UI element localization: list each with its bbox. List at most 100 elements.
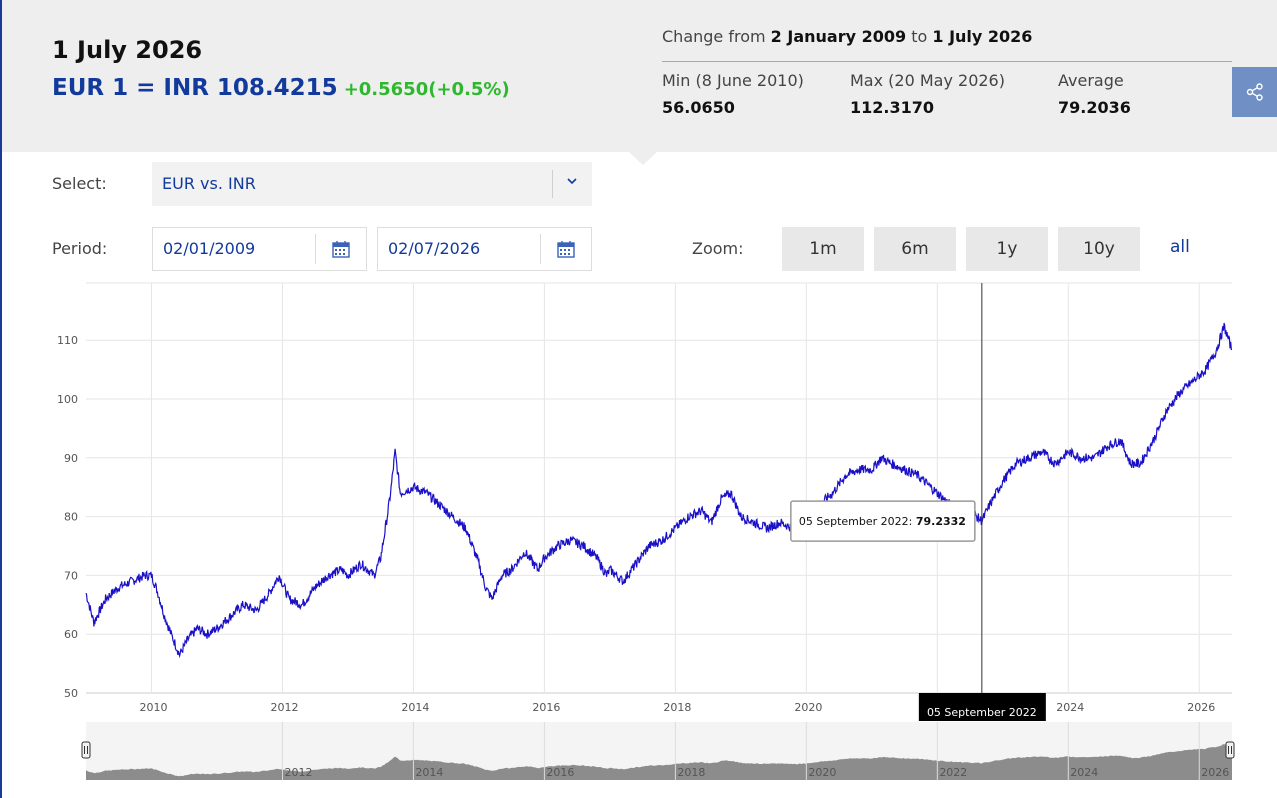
data-point [720,498,722,500]
y-tick-label: 70 [64,569,78,582]
data-point [556,545,558,547]
data-point [1228,339,1230,341]
data-point [301,604,303,606]
data-point [178,654,180,656]
data-point [1054,463,1056,465]
crosshair-date: 05 September 2022 [927,706,1037,719]
data-point [1129,463,1131,465]
data-point [890,463,892,465]
data-point [1093,457,1095,459]
data-point [288,598,290,600]
data-point [386,515,388,517]
data-point [753,521,755,523]
data-point [831,492,833,494]
data-point [1028,457,1030,459]
grid [86,282,1232,694]
x-tick-label: 2016 [532,701,560,714]
navigator-tick-label: 2026 [1201,766,1229,779]
navigator-tick-label: 2024 [1070,766,1098,779]
data-point [700,510,702,512]
data-point [484,586,486,588]
exchange-rate-chart[interactable]: 50 60 70 80 90 100 110 2010 2012 2014 2016 2018 202… [0,0,1277,798]
data-point [452,515,454,517]
data-point [1139,463,1141,465]
data-point [1015,463,1017,465]
tooltip-value: 79.2332 [916,515,966,528]
data-point [871,468,873,470]
y-tick-label: 100 [57,393,78,406]
data-point [730,492,732,494]
x-tick-label: 2012 [270,701,298,714]
navigator-tick-label: 2016 [546,766,574,779]
data-point [1152,439,1154,441]
range-handle-icon[interactable] [81,741,91,759]
range-handle-icon[interactable] [1225,741,1235,759]
x-tick-label: 2018 [663,701,691,714]
data-point [858,468,860,470]
y-tick-label: 90 [64,452,78,465]
data-point [1178,392,1180,394]
data-point [766,527,768,529]
tooltip: 05 September 2022: 79.2332 [790,500,976,542]
svg-text:05 September 2022: 79.23: 05 September 2022: 79.2332 [799,515,966,528]
data-point [150,574,152,576]
data-point [1120,439,1122,441]
data-point [524,551,526,553]
data-point [1067,451,1069,453]
data-point [1223,326,1225,328]
data-point [242,604,244,606]
x-tick-label: 2024 [1056,701,1084,714]
handle-body [81,741,91,759]
y-tick-label: 60 [64,628,78,641]
data-point [543,557,545,559]
data-point [1002,480,1004,482]
data-point [491,598,493,600]
data-point [465,527,467,529]
data-point [648,545,650,547]
data-point [635,562,637,564]
data-point [674,527,676,529]
data-point [399,492,401,494]
handle-body [1225,741,1235,759]
range-navigator[interactable]: 2012 2014 2016 2018 2020 2022 2024 2026 [81,722,1235,780]
data-point [583,545,585,547]
data-point [144,574,146,576]
data-point [216,627,218,629]
data-point [903,468,905,470]
y-tick-label: 50 [64,687,78,700]
series-line [85,322,1233,659]
data-point [1165,410,1167,412]
data-point [1231,348,1233,350]
data-point [478,562,480,564]
data-point [157,592,159,594]
data-point [936,492,938,494]
data-point [268,592,270,594]
data-point [104,598,106,600]
data-point [1041,451,1043,453]
data-point [989,504,991,506]
x-tick-label: 2014 [401,701,429,714]
data-point [314,586,316,588]
series-points [85,326,1233,657]
navigator-tick-label: 2014 [415,766,443,779]
data-point [609,568,611,570]
data-point [687,515,689,517]
y-axis: 50 60 70 80 90 100 110 [57,334,78,700]
data-point [340,568,342,570]
data-point [131,580,133,582]
data-point [186,639,188,641]
data-point [373,574,375,576]
data-point [710,521,712,523]
navigator-tick-label: 2020 [808,766,836,779]
data-point [740,515,742,517]
data-point [537,568,539,570]
x-tick-label: 2010 [139,701,167,714]
data-point [425,492,427,494]
data-point [1205,368,1207,370]
data-point [779,521,781,523]
data-point [118,586,120,588]
navigator-tick-label: 2012 [284,766,312,779]
data-point [196,627,198,629]
data-point [569,539,571,541]
navigator-tick-label: 2022 [939,766,967,779]
